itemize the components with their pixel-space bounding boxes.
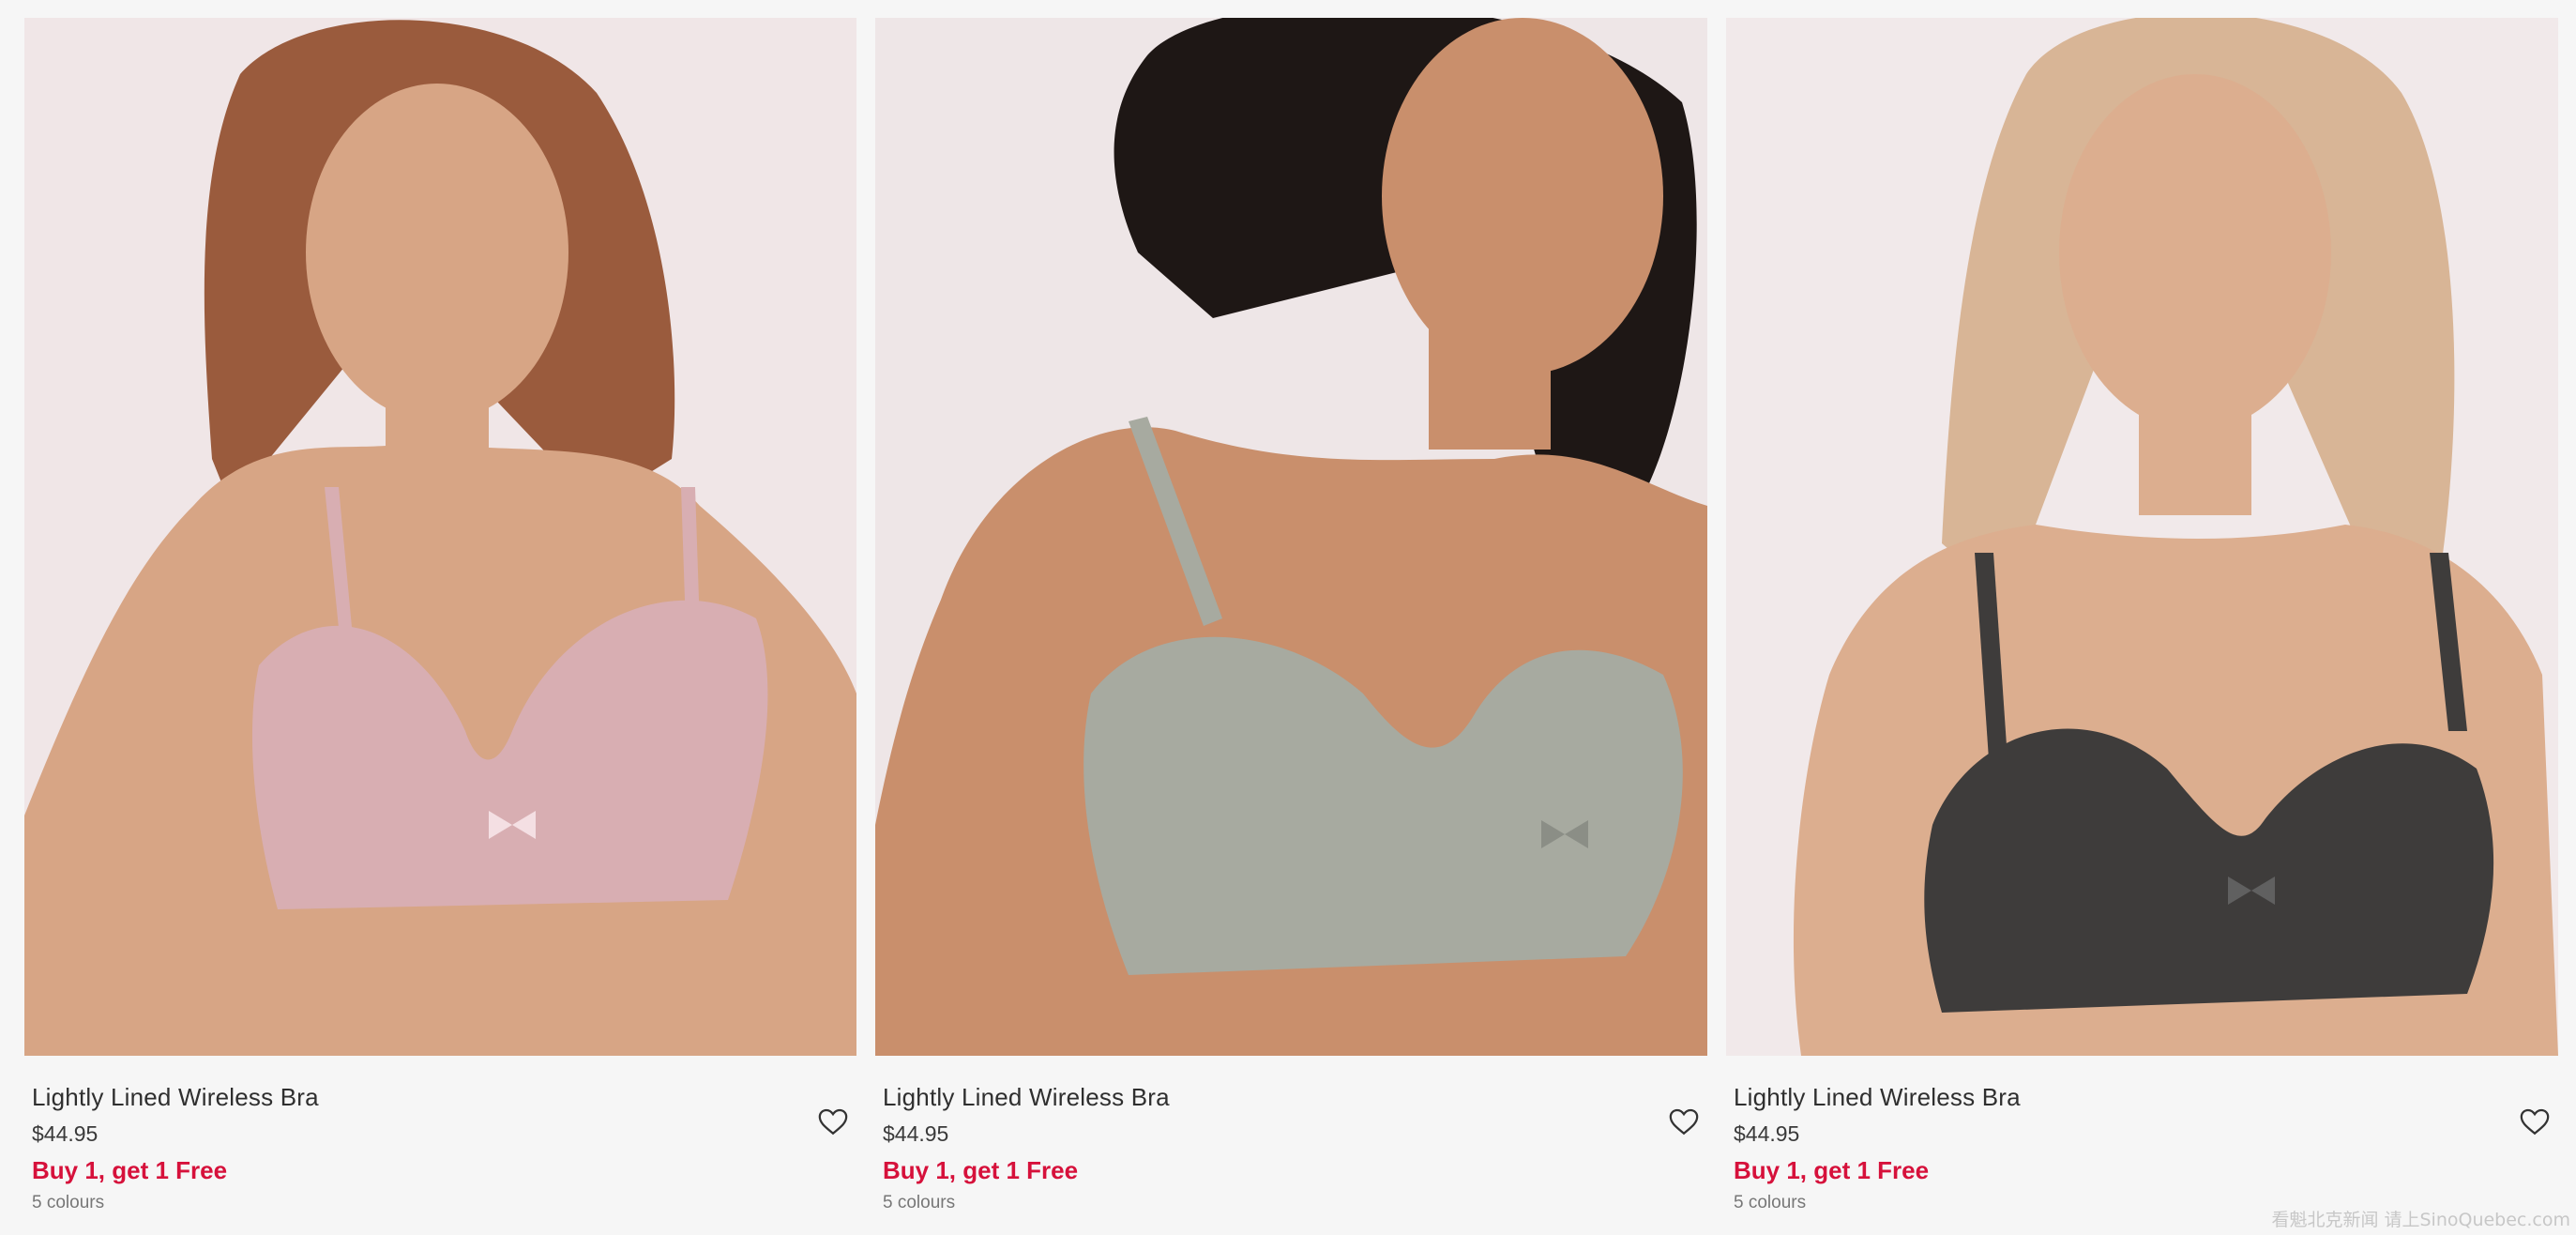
colour-count[interactable]: 5 colours <box>32 1192 849 1214</box>
watermark-text: 看魁北克新闻 请上SinoQuebec.com <box>2271 1210 2570 1230</box>
product-grid: Lightly Lined Wireless Bra $44.95 Buy 1,… <box>24 18 2558 1214</box>
colour-count[interactable]: 5 colours <box>883 1192 1700 1214</box>
promo-label: Buy 1, get 1 Free <box>1734 1156 1930 1184</box>
product-price: $44.95 <box>883 1121 949 1146</box>
product-image[interactable] <box>875 18 1707 1056</box>
product-card[interactable]: Lightly Lined Wireless Bra $44.95 Buy 1,… <box>1726 18 2558 1214</box>
product-card[interactable]: Lightly Lined Wireless Bra $44.95 Buy 1,… <box>875 18 1707 1214</box>
promo-label: Buy 1, get 1 Free <box>883 1156 1079 1184</box>
product-name[interactable]: Lightly Lined Wireless Bra <box>883 1082 1700 1112</box>
product-card[interactable]: Lightly Lined Wireless Bra $44.95 Buy 1,… <box>24 18 856 1214</box>
heart-outline-icon[interactable] <box>1668 1106 1700 1136</box>
heart-outline-icon[interactable] <box>2519 1106 2551 1136</box>
product-image[interactable] <box>1726 18 2558 1056</box>
heart-outline-icon[interactable] <box>817 1106 849 1136</box>
product-price: $44.95 <box>1734 1121 1800 1146</box>
promo-label: Buy 1, get 1 Free <box>32 1156 228 1184</box>
product-image[interactable] <box>24 18 856 1056</box>
product-name[interactable]: Lightly Lined Wireless Bra <box>32 1082 849 1112</box>
product-name[interactable]: Lightly Lined Wireless Bra <box>1734 1082 2551 1112</box>
product-price: $44.95 <box>32 1121 98 1146</box>
